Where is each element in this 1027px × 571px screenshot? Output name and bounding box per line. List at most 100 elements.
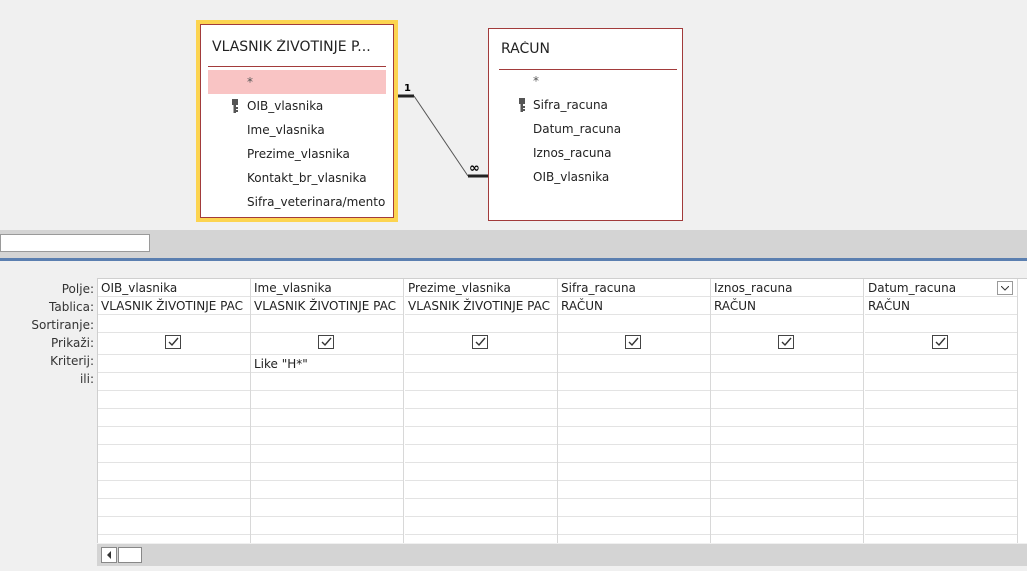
grid-cell-empty[interactable]	[251, 427, 403, 445]
table-vlasnik-title[interactable]: VLASNIK ŽIVOTINJE P...	[212, 39, 371, 55]
grid-cell-empty[interactable]	[405, 445, 557, 463]
grid-cell-table[interactable]: RAČUN	[711, 297, 863, 315]
grid-cell-show[interactable]	[865, 333, 1017, 355]
grid-cell-empty[interactable]	[711, 499, 863, 517]
grid-cell-field[interactable]: Prezime_vlasnika	[405, 279, 557, 297]
pane-splitter[interactable]	[0, 230, 1027, 258]
grid-cell-or[interactable]	[251, 373, 403, 391]
show-checkbox[interactable]	[778, 335, 794, 349]
grid-cell-empty[interactable]	[711, 463, 863, 481]
grid-cell-empty[interactable]	[98, 409, 250, 427]
grid-cell-empty[interactable]	[865, 445, 1017, 463]
table-racun-field-iznos[interactable]: Iznos_racuna	[489, 141, 682, 165]
grid-cell-field[interactable]: Iznos_racuna	[711, 279, 863, 297]
grid-cell-empty[interactable]	[405, 517, 557, 535]
grid-cell-empty[interactable]	[251, 499, 403, 517]
grid-cell-criteria[interactable]	[98, 355, 250, 373]
grid-cell-or[interactable]	[98, 373, 250, 391]
show-checkbox[interactable]	[472, 335, 488, 349]
grid-cell-empty[interactable]	[558, 409, 710, 427]
grid-cell-empty[interactable]	[98, 427, 250, 445]
grid-cell-empty[interactable]	[98, 517, 250, 535]
grid-cell-empty[interactable]	[558, 391, 710, 409]
grid-cell-empty[interactable]	[251, 481, 403, 499]
grid-cell-empty[interactable]	[251, 409, 403, 427]
grid-cell-empty[interactable]	[711, 409, 863, 427]
show-checkbox[interactable]	[625, 335, 641, 349]
grid-cell-criteria[interactable]	[711, 355, 863, 373]
grid-cell-sort[interactable]	[865, 315, 1017, 333]
grid-cell-empty[interactable]	[98, 463, 250, 481]
query-design-diagram-pane[interactable]: 1 ∞ VLASNIK ŽIVOTINJE P... * OIB_vlasnik…	[0, 0, 1027, 230]
grid-cell-empty[interactable]	[711, 445, 863, 463]
grid-cell-empty[interactable]	[558, 517, 710, 535]
grid-cell-field[interactable]: Ime_vlasnika	[251, 279, 403, 297]
table-vlasnik-zivotinje[interactable]: VLASNIK ŽIVOTINJE P... * OIB_vlasnika Im…	[196, 20, 398, 222]
grid-cell-empty[interactable]	[865, 427, 1017, 445]
grid-cell-table[interactable]: RAČUN	[865, 297, 1017, 315]
grid-cell-show[interactable]	[558, 333, 710, 355]
grid-cell-empty[interactable]	[865, 409, 1017, 427]
grid-cell-empty[interactable]	[98, 499, 250, 517]
grid-cell-empty[interactable]	[865, 481, 1017, 499]
grid-cell-criteria[interactable]	[558, 355, 710, 373]
grid-cell-empty[interactable]	[865, 463, 1017, 481]
table-racun-title[interactable]: RAČUN	[501, 41, 550, 57]
grid-cell-empty[interactable]	[98, 445, 250, 463]
grid-cell-empty[interactable]	[558, 481, 710, 499]
grid-cell-empty[interactable]	[405, 409, 557, 427]
grid-cell-empty[interactable]	[711, 391, 863, 409]
grid-cell-empty[interactable]	[558, 427, 710, 445]
grid-cell-empty[interactable]	[98, 391, 250, 409]
diagram-horizontal-scrollbar[interactable]	[0, 234, 150, 252]
table-vlasnik-field-kontakt[interactable]: Kontakt_br_vlasnika	[201, 166, 393, 190]
grid-cell-show[interactable]	[98, 333, 250, 355]
table-racun[interactable]: RAČUN * Sifra_racuna Datum_racuna Iznos_…	[488, 28, 683, 221]
grid-cell-show[interactable]	[405, 333, 557, 355]
grid-cell-empty[interactable]	[865, 391, 1017, 409]
grid-cell-empty[interactable]	[251, 463, 403, 481]
grid-cell-or[interactable]	[711, 373, 863, 391]
grid-cell-empty[interactable]	[405, 427, 557, 445]
table-vlasnik-field-prezime[interactable]: Prezime_vlasnika	[201, 142, 393, 166]
grid-cell-field[interactable]: Sifra_racuna	[558, 279, 710, 297]
query-design-grid[interactable]: OIB_vlasnika VLASNIK ŽIVOTINJE PAC Ime_vla…	[97, 278, 1027, 543]
table-vlasnik-field-oib[interactable]: OIB_vlasnika	[201, 94, 393, 118]
grid-cell-sort[interactable]	[405, 315, 557, 333]
grid-cell-sort[interactable]	[558, 315, 710, 333]
grid-cell-empty[interactable]	[558, 445, 710, 463]
grid-cell-table[interactable]: VLASNIK ŽIVOTINJE PAC	[98, 297, 250, 315]
grid-horizontal-scrollbar[interactable]	[97, 544, 1027, 566]
grid-cell-sort[interactable]	[251, 315, 403, 333]
grid-cell-table[interactable]: VLASNIK ŽIVOTINJE PAC	[405, 297, 557, 315]
table-vlasnik-field-ime[interactable]: Ime_vlasnika	[201, 118, 393, 142]
grid-cell-empty[interactable]	[711, 427, 863, 445]
grid-cell-empty[interactable]	[405, 463, 557, 481]
grid-cell-empty[interactable]	[558, 463, 710, 481]
grid-cell-empty[interactable]	[558, 499, 710, 517]
field-dropdown-button[interactable]	[997, 281, 1013, 295]
grid-cell-empty[interactable]	[405, 391, 557, 409]
grid-cell-empty[interactable]	[251, 517, 403, 535]
grid-cell-empty[interactable]	[865, 499, 1017, 517]
grid-cell-criteria[interactable]: Like "H*"	[251, 355, 403, 373]
grid-cell-table[interactable]: RAČUN	[558, 297, 710, 315]
table-racun-field-all[interactable]: *	[489, 69, 682, 93]
grid-cell-or[interactable]	[865, 373, 1017, 391]
grid-cell-or[interactable]	[405, 373, 557, 391]
grid-cell-field[interactable]: OIB_vlasnika	[98, 279, 250, 297]
grid-cell-sort[interactable]	[711, 315, 863, 333]
grid-cell-criteria[interactable]	[405, 355, 557, 373]
table-racun-field-datum[interactable]: Datum_racuna	[489, 117, 682, 141]
grid-cell-empty[interactable]	[98, 481, 250, 499]
table-vlasnik-field-sifra-vet[interactable]: Sifra_veterinara/mento	[201, 190, 393, 214]
grid-cell-show[interactable]	[251, 333, 403, 355]
show-checkbox[interactable]	[932, 335, 948, 349]
grid-cell-table[interactable]: VLASNIK ŽIVOTINJE PAC	[251, 297, 403, 315]
table-vlasnik-field-all[interactable]: *	[208, 70, 386, 94]
table-racun-field-oib[interactable]: OIB_vlasnika	[489, 165, 682, 189]
grid-cell-empty[interactable]	[865, 517, 1017, 535]
grid-cell-empty[interactable]	[405, 499, 557, 517]
grid-cell-sort[interactable]	[98, 315, 250, 333]
grid-cell-criteria[interactable]	[865, 355, 1017, 373]
